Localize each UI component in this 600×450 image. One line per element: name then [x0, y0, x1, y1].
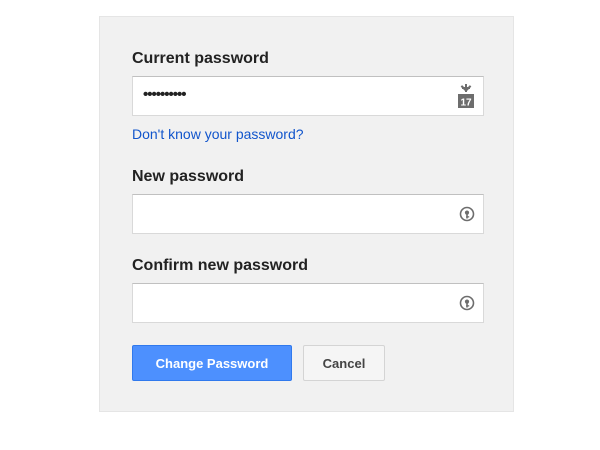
- password-generator-icon[interactable]: [458, 294, 476, 312]
- change-password-button[interactable]: Change Password: [132, 345, 292, 381]
- password-generator-icon[interactable]: [458, 205, 476, 223]
- confirm-password-label: Confirm new password: [132, 257, 309, 274]
- confirm-password-field[interactable]: [132, 283, 484, 323]
- current-password-value: ••••••••••: [143, 86, 187, 103]
- change-password-panel: Current password •••••••••• 17 Don't kno…: [99, 16, 514, 412]
- svg-text:17: 17: [460, 98, 472, 109]
- new-password-field[interactable]: [132, 194, 484, 234]
- current-password-label: Current password: [132, 50, 269, 67]
- new-password-label: New password: [132, 168, 245, 185]
- forgot-password-link[interactable]: Don't know your password?: [132, 126, 304, 142]
- cancel-button[interactable]: Cancel: [303, 345, 385, 381]
- calendar-17-icon[interactable]: 17: [456, 83, 476, 109]
- current-password-field[interactable]: •••••••••• 17: [132, 76, 484, 116]
